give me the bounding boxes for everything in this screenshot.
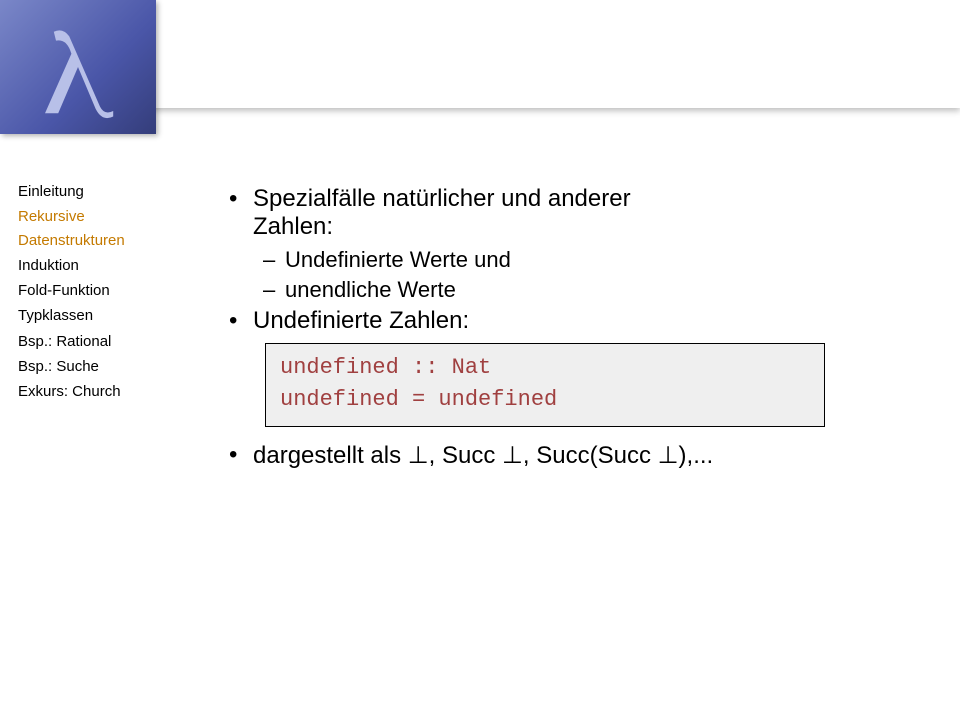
nav-item-typklassen: Typklassen — [18, 304, 163, 327]
lambda-icon — [23, 12, 133, 122]
lambda-logo — [0, 0, 156, 134]
subbullet-undefinierte-werte: Undefinierte Werte und — [225, 247, 865, 273]
content-area: Spezialfälle natürlicher und anderer Zah… — [225, 185, 865, 476]
bullet-dargestellt: dargestellt als ⊥, Succ ⊥, Succ(Succ ⊥),… — [225, 441, 865, 470]
code-block: undefined :: Nat undefined = undefined — [265, 343, 825, 427]
code-line-2: undefined = undefined — [280, 384, 810, 416]
nav-item-fold: Fold-Funktion — [18, 279, 163, 302]
subbullet-unendliche-werte: unendliche Werte — [225, 277, 865, 303]
nav-item-rational: Bsp.: Rational — [18, 330, 163, 353]
bullet-undefinierte-zahlen: Undefinierte Zahlen: — [225, 307, 865, 335]
bullet-text-line2: Zahlen: — [253, 213, 333, 240]
nav-item-rekursive: Rekursive Datenstrukturen — [18, 205, 163, 252]
nav-item-church: Exkurs: Church — [18, 380, 163, 403]
code-line-1: undefined :: Nat — [280, 352, 810, 384]
bullet-text-line1: Spezialfälle natürlicher und anderer — [253, 185, 631, 212]
nav-item-induktion: Induktion — [18, 254, 163, 277]
bullet-spezialfaelle: Spezialfälle natürlicher und anderer Zah… — [225, 185, 865, 241]
nav-item-suche: Bsp.: Suche — [18, 355, 163, 378]
sidebar-nav: Einleitung Rekursive Datenstrukturen Ind… — [18, 180, 163, 405]
nav-item-einleitung: Einleitung — [18, 180, 163, 203]
